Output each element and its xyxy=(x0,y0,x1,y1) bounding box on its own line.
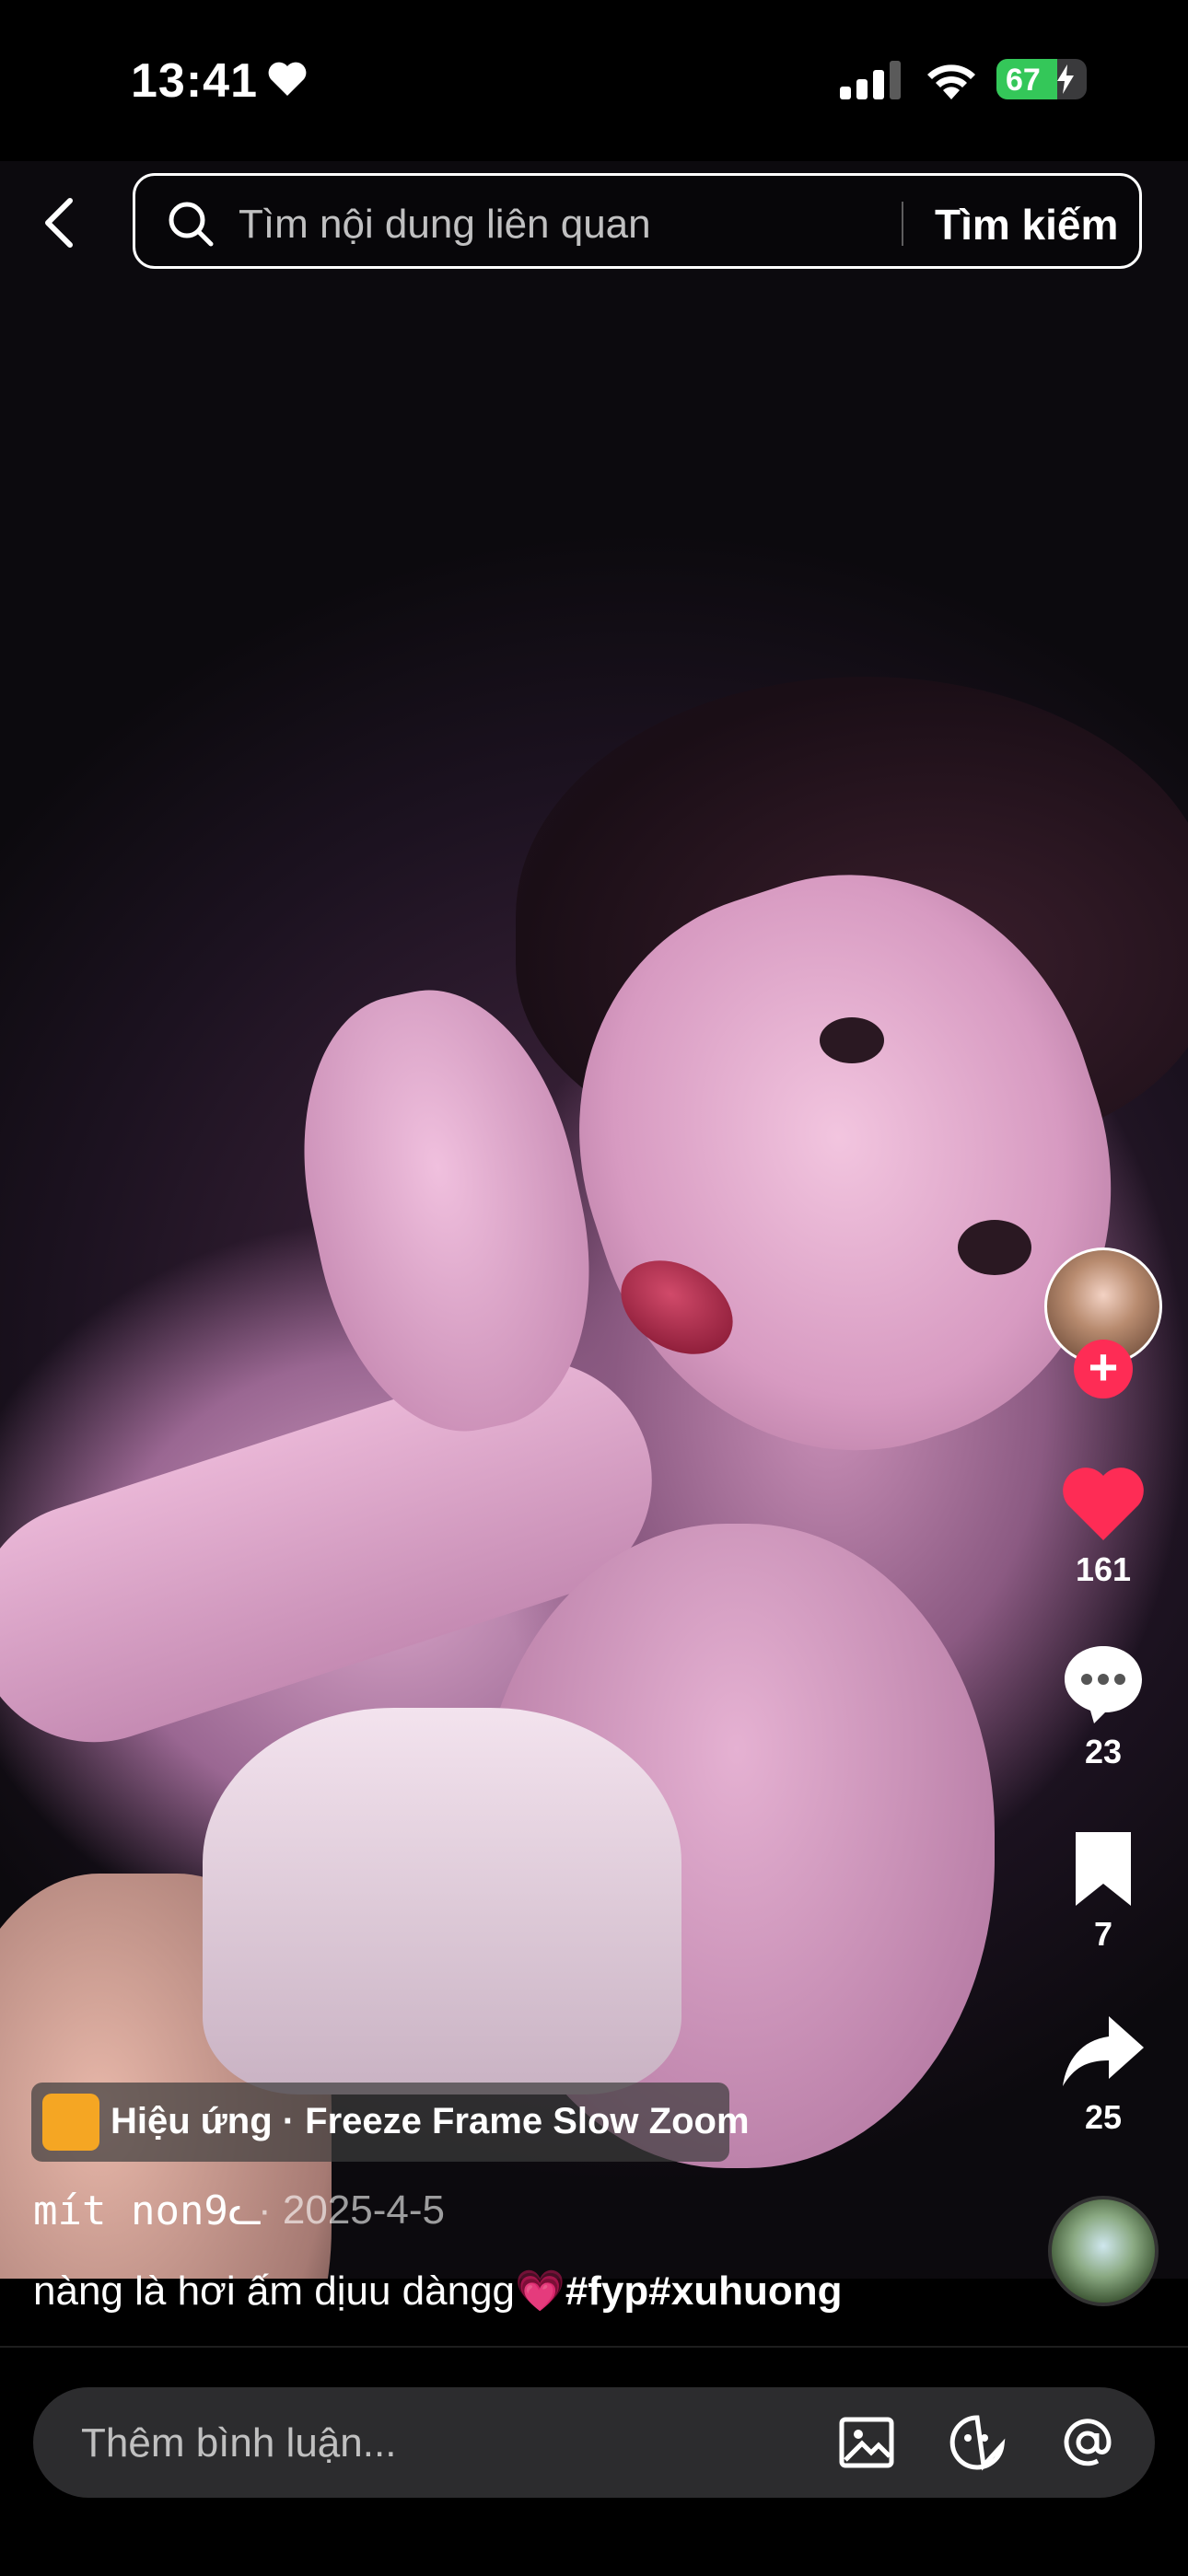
search-button[interactable]: Tìm kiếm xyxy=(935,200,1118,249)
back-icon[interactable] xyxy=(37,195,83,250)
comment-placeholder: Thêm bình luận... xyxy=(81,2420,397,2466)
effect-label: Hiệu ứng · Freeze Frame Slow Zoom xyxy=(111,2101,750,2141)
comment-icon[interactable] xyxy=(1059,1639,1147,1727)
share-icon[interactable] xyxy=(1059,2007,1147,2095)
search-divider xyxy=(902,202,903,246)
battery-icon: 67 xyxy=(996,59,1087,99)
post-caption: nàng là hơi ấm dịuu dàngg💗#fyp#xuhuong xyxy=(33,2267,843,2315)
wifi-icon xyxy=(927,64,975,99)
like-count: 161 xyxy=(1075,1550,1132,1588)
effect-icon xyxy=(42,2094,99,2151)
video-player[interactable] xyxy=(0,161,1188,2279)
status-time: 13:41 xyxy=(131,54,258,108)
save-count: 7 xyxy=(1093,1915,1113,1953)
search-input[interactable]: Tìm nội dung liên quan xyxy=(239,202,651,248)
charging-icon xyxy=(1057,64,1074,94)
comment-count: 23 xyxy=(1084,1733,1123,1770)
search-bar[interactable]: Tìm nội dung liên quan Tìm kiếm xyxy=(133,173,1142,269)
signal-icon xyxy=(840,61,901,99)
post-date: · 2025-4-5 xyxy=(258,2187,446,2233)
like-icon[interactable] xyxy=(1059,1459,1147,1548)
status-bar: 13:41 67 xyxy=(0,0,1188,161)
share-count: 25 xyxy=(1084,2098,1123,2136)
bookmark-icon[interactable] xyxy=(1059,1825,1147,1913)
image-icon[interactable] xyxy=(836,2412,897,2473)
heart-icon xyxy=(268,62,307,96)
search-icon xyxy=(169,202,214,247)
effect-chip[interactable]: Hiệu ứng · Freeze Frame Slow Zoom xyxy=(31,2083,750,2162)
sticker-icon[interactable] xyxy=(947,2412,1007,2473)
heart-emoji: 💗 xyxy=(515,2269,565,2314)
caption-text: nàng là hơi ấm dịuu dàngg xyxy=(33,2269,516,2314)
follow-button[interactable]: + xyxy=(1074,1340,1133,1398)
caption-hashtags[interactable]: #fyp#xuhuong xyxy=(565,2269,843,2314)
battery-percent: 67 xyxy=(1006,63,1041,98)
author-name[interactable]: mít non9ᓚ xyxy=(33,2187,262,2234)
music-disc[interactable] xyxy=(1048,2196,1159,2306)
mention-icon[interactable] xyxy=(1057,2412,1118,2473)
